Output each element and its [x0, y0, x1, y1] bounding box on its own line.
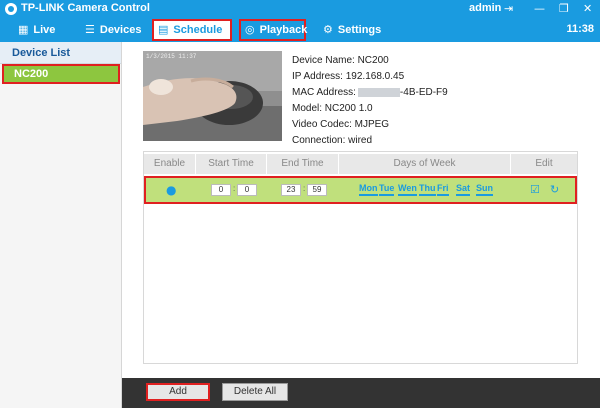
end-minute-field[interactable]: 59: [307, 184, 327, 196]
mac-address-label: MAC Address:: [292, 87, 356, 98]
start-minute-field[interactable]: 0: [237, 184, 257, 196]
device-model: Model: NC200 1.0: [292, 103, 373, 114]
device-info: Device Name: NC200 IP Address: 192.168.0…: [292, 54, 448, 150]
mac-address-suffix: -4B-ED-F9: [399, 87, 448, 98]
tab-live[interactable]: ▦ Live: [14, 19, 59, 41]
time-separator: :: [303, 184, 306, 193]
user-name[interactable]: admin: [469, 2, 501, 14]
add-button[interactable]: Add: [146, 383, 210, 401]
bottom-toolbar: Add Delete All: [122, 378, 600, 408]
grid-icon: ▦: [18, 23, 29, 36]
tab-schedule-label: Schedule: [173, 24, 223, 36]
tp-link-logo-icon: [5, 3, 17, 15]
start-hour-field[interactable]: 0: [211, 184, 231, 196]
device-name: Device Name: NC200: [292, 55, 389, 66]
ip-address: IP Address: 192.168.0.45: [292, 71, 405, 82]
edit-icon[interactable]: ☑: [530, 183, 540, 196]
title-bar: TP-LINK Camera Control admin ⇥ — ❐ ✕: [0, 0, 600, 18]
tab-playback-label: Playback: [259, 24, 308, 36]
mac-address: MAC Address: -4B-ED-F9: [292, 86, 448, 102]
calendar-icon: ▤: [158, 23, 169, 36]
camera-preview-image: [143, 51, 282, 141]
day-wen[interactable]: Wen: [398, 183, 417, 196]
tab-settings-label: Settings: [337, 24, 382, 36]
restore-icon[interactable]: ❐: [559, 2, 569, 16]
list-icon: ☰: [85, 23, 95, 36]
tab-live-label: Live: [33, 24, 56, 36]
mac-redacted: [357, 87, 400, 97]
refresh-icon[interactable]: ↻: [550, 183, 559, 196]
minimize-icon[interactable]: —: [534, 2, 545, 16]
tab-devices[interactable]: ☰ Devices: [81, 19, 145, 41]
device-list-sidebar: Device List NC200: [0, 42, 122, 408]
tab-settings[interactable]: ⚙ Settings: [319, 19, 385, 41]
main-nav: ▦ Live ☰ Devices ▤ Schedule ◎ Playback ⚙…: [0, 18, 600, 42]
clock: 11:38: [566, 23, 594, 35]
tab-schedule[interactable]: ▤ Schedule: [152, 19, 232, 41]
playback-icon: ◎: [245, 23, 255, 36]
app-title: TP-LINK Camera Control: [21, 2, 150, 14]
day-thu[interactable]: Thu: [419, 183, 436, 196]
device-item-nc200[interactable]: NC200: [2, 64, 120, 84]
tab-playback[interactable]: ◎ Playback: [239, 19, 308, 41]
preview-timestamp: 1/3/2015 11:37: [146, 53, 197, 60]
logout-icon[interactable]: ⇥: [504, 2, 513, 16]
schedule-row[interactable]: ● 0 : 0 23 : 59 Mon Tue Wen Thu Fri Sat …: [144, 176, 577, 204]
delete-all-button[interactable]: Delete All: [222, 383, 288, 401]
col-days-of-week: Days of Week: [339, 154, 511, 174]
gear-icon: ⚙: [323, 23, 333, 36]
device-list-header: Device List: [0, 42, 121, 64]
col-end-time: End Time: [267, 154, 339, 174]
col-enable: Enable: [144, 154, 196, 174]
day-tue[interactable]: Tue: [379, 183, 395, 196]
end-hour-field[interactable]: 23: [281, 184, 301, 196]
day-mon[interactable]: Mon: [359, 183, 378, 196]
connection-type: Connection: wired: [292, 135, 373, 146]
bulb-icon[interactable]: ●: [166, 183, 176, 197]
schedule-panel: Enable Start Time End Time Days of Week …: [143, 151, 578, 364]
col-edit: Edit: [535, 158, 553, 169]
day-sat[interactable]: Sat: [456, 183, 471, 196]
close-icon[interactable]: ✕: [583, 2, 592, 16]
time-separator: :: [233, 184, 236, 193]
camera-preview[interactable]: 1/3/2015 11:37: [143, 51, 282, 141]
day-fri[interactable]: Fri: [437, 183, 449, 196]
col-start-time: Start Time: [196, 154, 267, 174]
video-codec: Video Codec: MJPEG: [292, 119, 390, 130]
schedule-table-header: Enable Start Time End Time Days of Week …: [144, 154, 577, 174]
day-sun[interactable]: Sun: [476, 183, 493, 196]
tab-devices-label: Devices: [99, 24, 142, 36]
